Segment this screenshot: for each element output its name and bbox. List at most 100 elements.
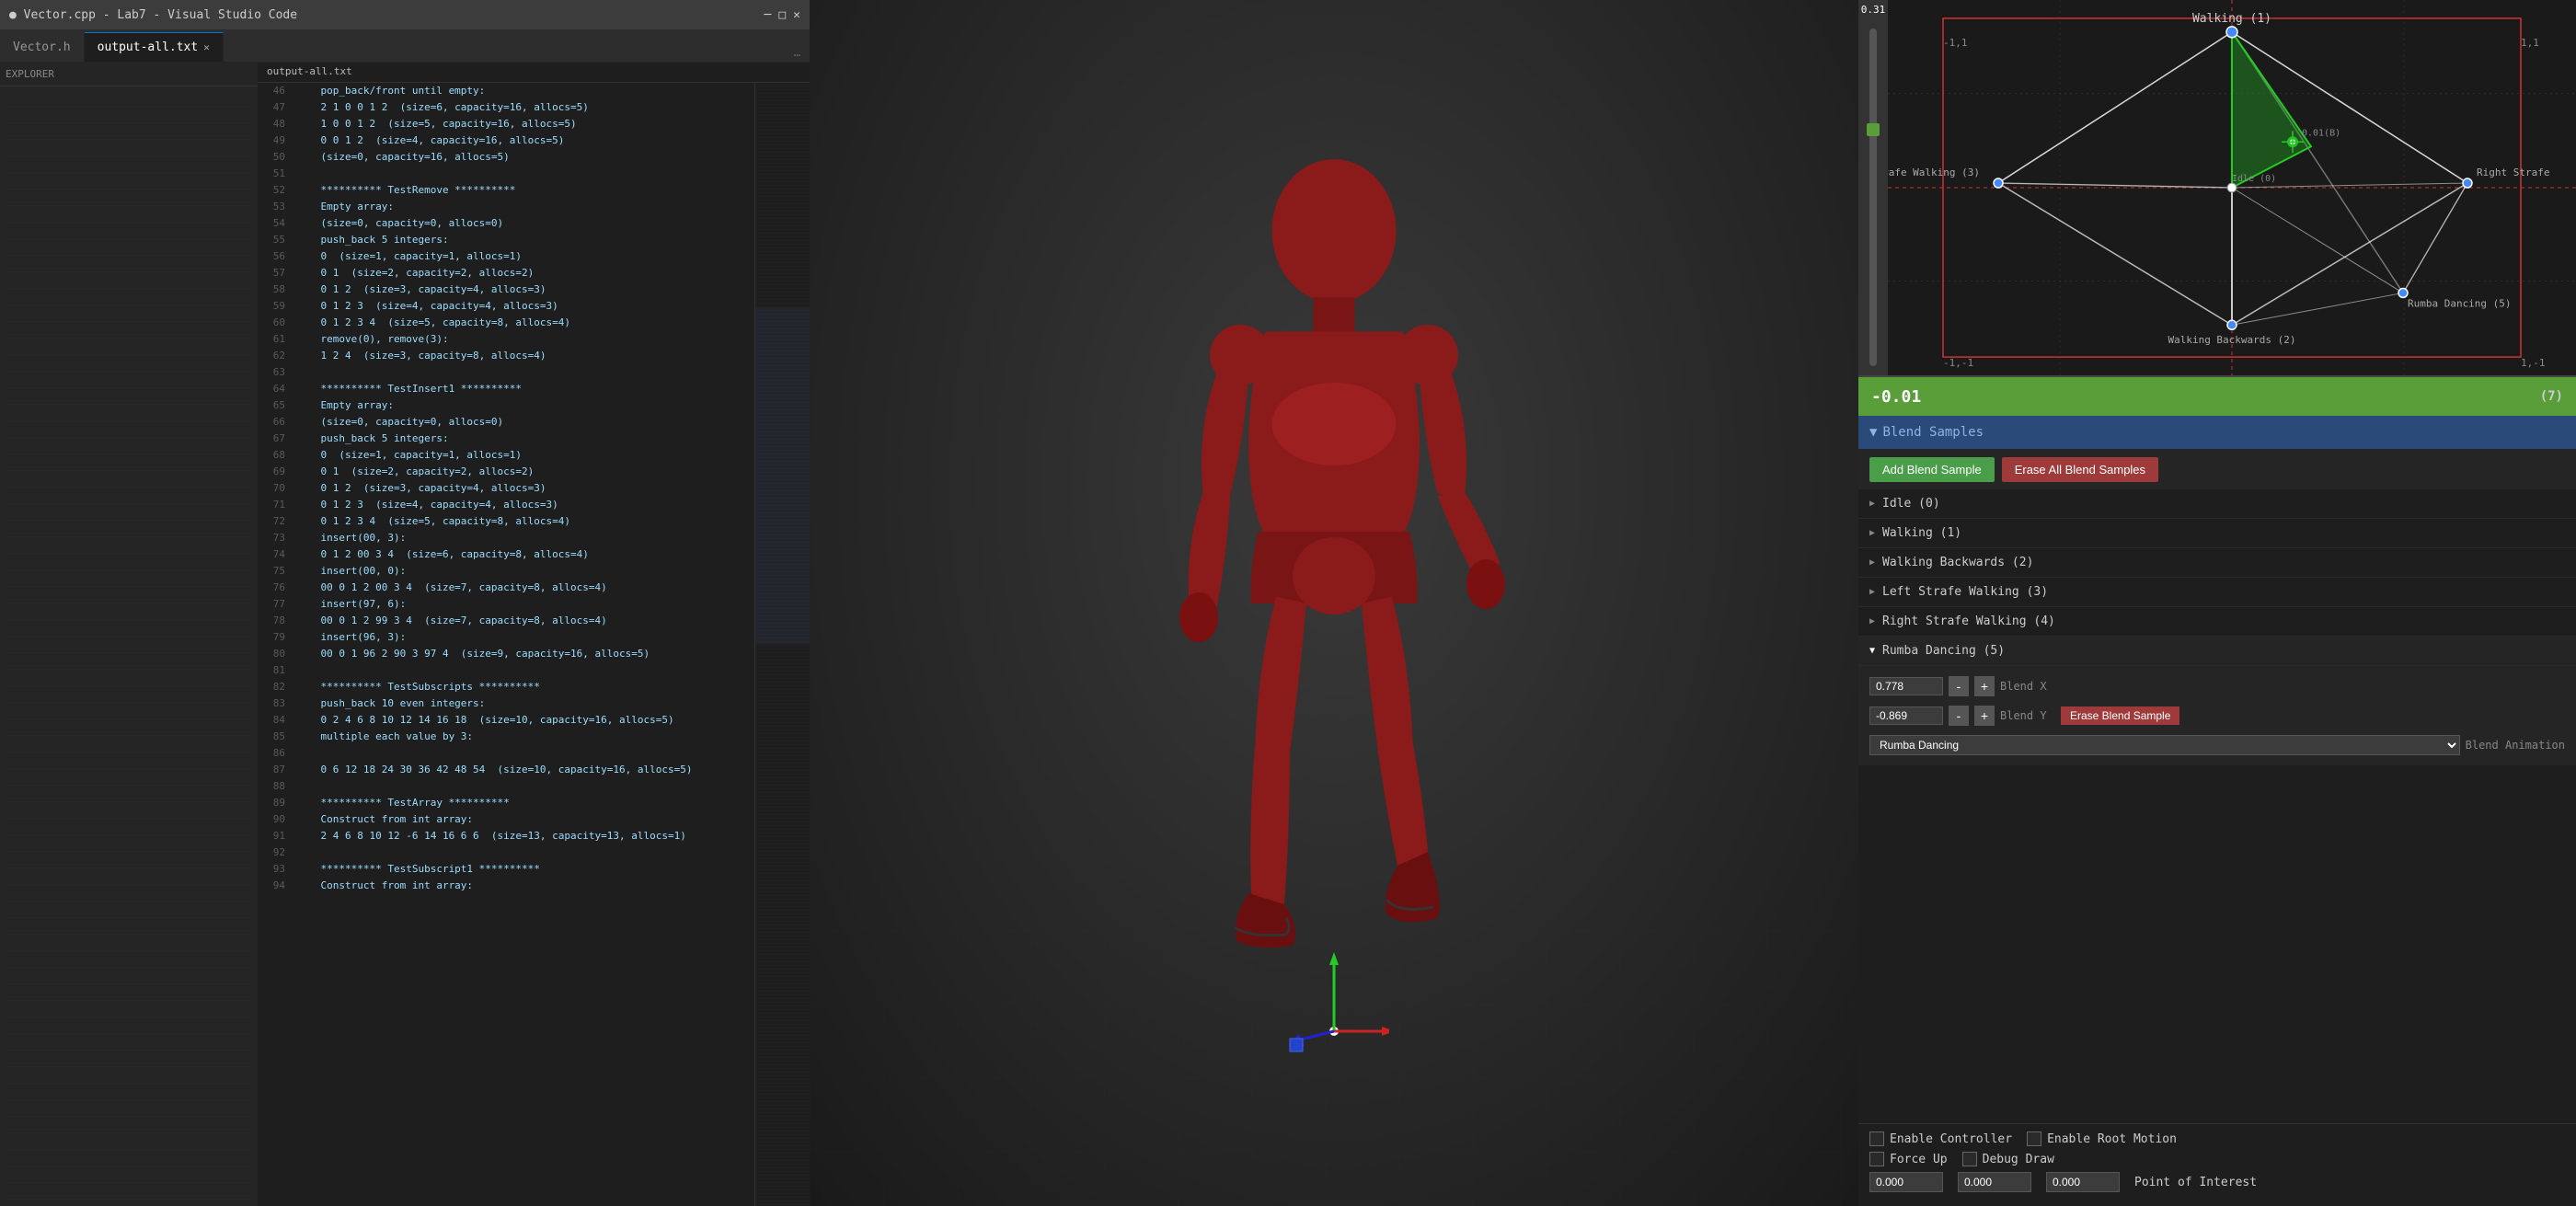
- debug-draw-label[interactable]: Debug Draw: [1962, 1152, 2054, 1166]
- blend-y-minus-button[interactable]: -: [1949, 706, 1969, 726]
- line-content: insert(00, 3):: [293, 530, 406, 546]
- line-content: 0 1 2 3 4 (size=5, capacity=8, allocs=4): [293, 315, 570, 331]
- z-coord-input[interactable]: [2046, 1172, 2120, 1192]
- expand-icon-right-strafe[interactable]: ▶: [1869, 616, 1875, 626]
- sample-item-walking-backwards[interactable]: ▶ Walking Backwards (2): [1858, 548, 2576, 578]
- blend-samples-arrow[interactable]: ▼: [1869, 425, 1877, 440]
- svg-text:Right Strafe: Right Strafe: [2477, 167, 2549, 178]
- line-content: [293, 166, 296, 182]
- tab-close-icon[interactable]: ✕: [203, 41, 210, 53]
- code-line: 66 (size=0, capacity=0, allocs=0): [258, 414, 754, 431]
- x-coord-input[interactable]: [1869, 1172, 1943, 1192]
- tab-output-all[interactable]: output-all.txt ✕: [85, 32, 224, 62]
- line-content: push_back 5 integers:: [293, 431, 449, 447]
- svg-text:0.01(B): 0.01(B): [2302, 128, 2340, 138]
- blend-x-input[interactable]: [1869, 677, 1943, 695]
- line-content: ********** TestRemove **********: [293, 182, 515, 199]
- code-line: 85 multiple each value by 3:: [258, 729, 754, 745]
- force-up-label[interactable]: Force Up: [1869, 1152, 1948, 1166]
- enable-controller-label[interactable]: Enable Controller: [1869, 1131, 2012, 1146]
- code-area[interactable]: 46 pop_back/front until empty:47 2 1 0 0…: [258, 83, 810, 1206]
- sample-item-right-strafe[interactable]: ▶ Right Strafe Walking (4): [1858, 607, 2576, 637]
- close-icon[interactable]: ✕: [793, 8, 800, 22]
- debug-draw-checkbox[interactable]: [1962, 1152, 1977, 1166]
- erase-all-blend-samples-button[interactable]: Erase All Blend Samples: [2002, 457, 2158, 482]
- vscode-titlebar: ● Vector.cpp - Lab7 - Visual Studio Code…: [0, 0, 810, 29]
- line-content: ********** TestSubscript1 **********: [293, 861, 540, 878]
- line-content: insert(97, 6):: [293, 596, 406, 613]
- svg-text:1,1: 1,1: [2521, 37, 2539, 49]
- expand-icon-left-strafe[interactable]: ▶: [1869, 587, 1875, 597]
- line-number: 61: [258, 331, 293, 348]
- erase-blend-sample-button[interactable]: Erase Blend Sample: [2061, 706, 2179, 725]
- blend-x-plus-button[interactable]: +: [1974, 676, 1995, 696]
- enable-root-motion-label[interactable]: Enable Root Motion: [2027, 1131, 2177, 1146]
- sample-item-rumba[interactable]: ▼ Rumba Dancing (5): [1858, 637, 2576, 666]
- sample-label-walking-backwards: Walking Backwards (2): [1882, 556, 2033, 569]
- line-number: 76: [258, 580, 293, 596]
- expand-icon-walking-backwards[interactable]: ▶: [1869, 557, 1875, 568]
- tab-vector-h[interactable]: Vector.h: [0, 32, 85, 62]
- enable-root-motion-checkbox[interactable]: [2027, 1131, 2041, 1146]
- maximize-icon[interactable]: □: [778, 8, 786, 22]
- sample-label-left-strafe: Left Strafe Walking (3): [1882, 585, 2048, 599]
- line-number: 46: [258, 83, 293, 99]
- sample-list[interactable]: ▶ Idle (0) ▶ Walking (1) ▶ Walking Backw…: [1858, 489, 2576, 1123]
- animation-select[interactable]: Rumba Dancing Idle Walking: [1869, 735, 2460, 755]
- v-slider-thumb[interactable]: [1867, 123, 1880, 136]
- enable-controller-checkbox[interactable]: [1869, 1131, 1884, 1146]
- v-slider[interactable]: 0.31: [1858, 0, 1888, 375]
- line-number: 59: [258, 298, 293, 315]
- transform-gizmo[interactable]: [1279, 948, 1389, 1059]
- line-content: (size=0, capacity=0, allocs=0): [293, 215, 503, 232]
- add-blend-sample-button[interactable]: Add Blend Sample: [1869, 457, 1995, 482]
- line-content: [293, 662, 296, 679]
- line-content: 00 0 1 2 99 3 4 (size=7, capacity=8, all…: [293, 613, 607, 629]
- line-number: 91: [258, 828, 293, 844]
- sample-item-left-strafe[interactable]: ▶ Left Strafe Walking (3): [1858, 578, 2576, 607]
- expand-icon-idle[interactable]: ▶: [1869, 499, 1875, 509]
- force-up-text: Force Up: [1890, 1153, 1948, 1166]
- editor-menu-icon[interactable]: ⋯: [794, 49, 800, 62]
- sidebar-explorer-label: EXPLORER: [6, 68, 54, 80]
- sample-item-walking[interactable]: ▶ Walking (1): [1858, 519, 2576, 548]
- line-content: 0 1 (size=2, capacity=2, allocs=2): [293, 464, 534, 480]
- code-line: 79 insert(96, 3):: [258, 629, 754, 646]
- line-content: 0 1 2 3 (size=4, capacity=4, allocs=3): [293, 298, 558, 315]
- line-content: 0 2 4 6 8 10 12 14 16 18 (size=10, capac…: [293, 712, 674, 729]
- blend-y-plus-button[interactable]: +: [1974, 706, 1995, 726]
- blend-graph[interactable]: 0.31: [1858, 0, 2576, 377]
- graph-area[interactable]: Walking (1) -1,1 1,1 -1,-1 1,-1 Left Str…: [1888, 0, 2576, 375]
- line-content: 0 1 2 3 4 (size=5, capacity=8, allocs=4): [293, 513, 570, 530]
- line-number: 90: [258, 811, 293, 828]
- minimize-icon[interactable]: ─: [765, 8, 772, 22]
- y-coord-input[interactable]: [1958, 1172, 2031, 1192]
- code-line: 92: [258, 844, 754, 861]
- code-lines-container: 46 pop_back/front until empty:47 2 1 0 0…: [258, 83, 754, 1206]
- svg-text:Walking Backwards (2): Walking Backwards (2): [2168, 334, 2295, 346]
- blend-y-label: Blend Y: [2000, 709, 2055, 722]
- blend-x-minus-button[interactable]: -: [1949, 676, 1969, 696]
- line-number: 71: [258, 497, 293, 513]
- code-line: 82 ********** TestSubscripts **********: [258, 679, 754, 695]
- force-up-checkbox[interactable]: [1869, 1152, 1884, 1166]
- vscode-panel: ● Vector.cpp - Lab7 - Visual Studio Code…: [0, 0, 810, 1206]
- line-content: Construct from int array:: [293, 811, 473, 828]
- svg-text:Left Strafe Walking (3): Left Strafe Walking (3): [1888, 167, 1980, 178]
- expand-icon-walking[interactable]: ▶: [1869, 528, 1875, 538]
- value-readout: -0.01 (7): [1858, 377, 2576, 416]
- code-line: 48 1 0 0 1 2 (size=5, capacity=16, alloc…: [258, 116, 754, 132]
- slider-value-display: 0.31: [1857, 0, 1890, 19]
- blend-x-row: - + Blend X: [1869, 672, 2565, 701]
- anim-label: Blend Animation: [2466, 739, 2565, 752]
- v-slider-track[interactable]: [1869, 29, 1877, 366]
- line-number: 56: [258, 248, 293, 265]
- enable-controller-text: Enable Controller: [1890, 1132, 2012, 1146]
- viewport-panel[interactable]: [810, 0, 1858, 1206]
- line-content: 0 1 (size=2, capacity=2, allocs=2): [293, 265, 534, 281]
- svg-text:-1,1: -1,1: [1943, 37, 1967, 49]
- expand-icon-rumba[interactable]: ▼: [1869, 646, 1875, 656]
- blend-y-input[interactable]: [1869, 706, 1943, 725]
- sample-item-idle[interactable]: ▶ Idle (0): [1858, 489, 2576, 519]
- line-content: 0 1 2 (size=3, capacity=4, allocs=3): [293, 281, 546, 298]
